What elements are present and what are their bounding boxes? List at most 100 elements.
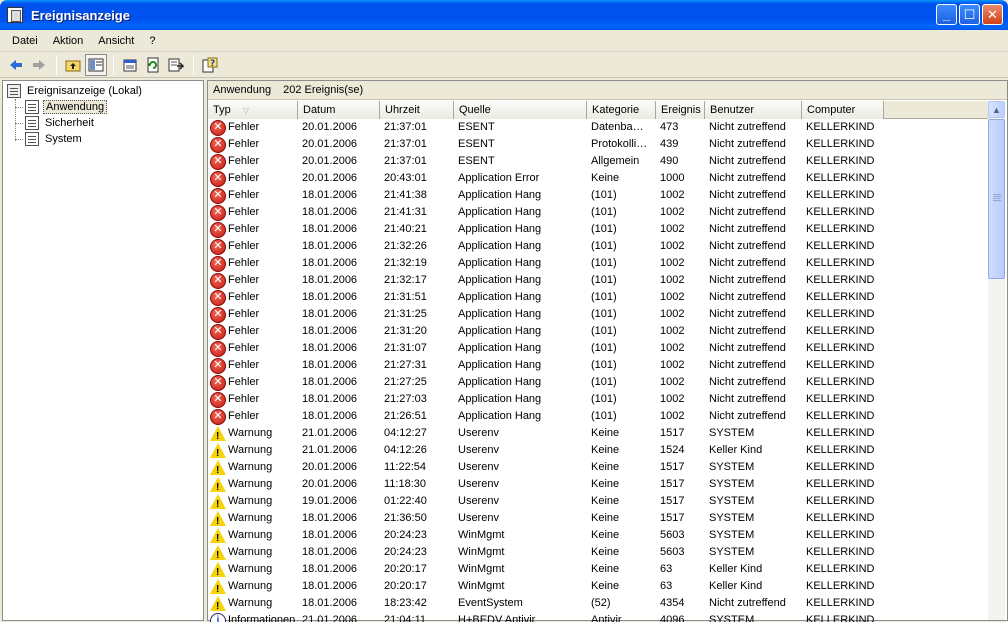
table-row[interactable]: Warnung19.01.200601:22:40UserenvKeine151… [208,493,988,510]
minimize-button[interactable]: _ [936,4,957,25]
table-row[interactable]: ✕Fehler18.01.200621:32:17Application Han… [208,272,988,289]
table-row[interactable]: Warnung20.01.200611:18:30UserenvKeine151… [208,476,988,493]
cell-benutzer: Nicht zutreffend [705,289,802,306]
cell-uhrzeit: 20:20:17 [380,561,454,578]
table-row[interactable]: Warnung18.01.200620:24:23WinMgmtKeine560… [208,527,988,544]
up-level-button[interactable] [62,54,84,76]
refresh-button[interactable] [142,54,164,76]
forward-button[interactable] [28,54,50,76]
table-row[interactable]: ✕Fehler20.01.200621:37:01ESENTDatenba…47… [208,119,988,136]
vertical-scrollbar[interactable]: ▲ [988,101,1005,620]
cell-uhrzeit: 21:41:31 [380,204,454,221]
tree-item-system[interactable]: System [25,131,84,147]
cell-ereignis: 490 [656,153,705,170]
column-header-label: Computer [807,104,855,116]
cell-computer: KELLERKIND [802,272,884,289]
table-row[interactable]: Warnung18.01.200620:24:23WinMgmtKeine560… [208,544,988,561]
table-row[interactable]: Warnung21.01.200604:12:26UserenvKeine152… [208,442,988,459]
log-icon [25,100,39,114]
column-header-uhrzeit[interactable]: Uhrzeit [380,101,454,119]
export-list-button[interactable] [165,54,187,76]
scroll-up-button[interactable]: ▲ [988,101,1005,118]
cell-quelle: ESENT [454,136,587,153]
cell-computer: KELLERKIND [802,170,884,187]
tree-node-label: Ereignisanzeige (Lokal) [25,85,144,97]
properties-button[interactable] [119,54,141,76]
column-header-datum[interactable]: Datum [298,101,380,119]
event-viewer-app-icon[interactable] [7,7,23,23]
event-type-label: Fehler [228,136,259,153]
table-row[interactable]: ✕Fehler18.01.200621:27:03Application Han… [208,391,988,408]
table-row[interactable]: Warnung18.01.200620:20:17WinMgmtKeine63K… [208,561,988,578]
table-row[interactable]: ✕Fehler18.01.200621:32:26Application Han… [208,238,988,255]
table-row[interactable]: ✕Fehler18.01.200621:31:51Application Han… [208,289,988,306]
table-row[interactable]: ✕Fehler18.01.200621:27:25Application Han… [208,374,988,391]
tree-item-sicherheit[interactable]: Sicherheit [25,115,96,131]
tree-item-anwendung[interactable]: Anwendung [25,99,107,115]
cell-datum: 18.01.2006 [298,187,380,204]
table-row[interactable]: ✕Fehler18.01.200621:31:07Application Han… [208,340,988,357]
sort-descending-icon: ▽ [243,106,249,115]
cell-quelle: ESENT [454,153,587,170]
cell-computer: KELLERKIND [802,221,884,238]
table-row[interactable]: Warnung20.01.200611:22:54UserenvKeine151… [208,459,988,476]
warning-icon [210,494,226,509]
event-type-label: Fehler [228,289,259,306]
column-header-quelle[interactable]: Quelle [454,101,587,119]
warning-icon [210,528,226,543]
event-list[interactable]: ✕Fehler20.01.200621:37:01ESENTDatenba…47… [208,119,988,622]
column-header-benutzer[interactable]: Benutzer [705,101,802,119]
console-tree[interactable]: Ereignisanzeige (Lokal) Anwendung Sicher… [2,80,204,621]
maximize-button[interactable]: ☐ [959,4,980,25]
column-header-ereignis[interactable]: Ereignis [656,101,705,119]
menu-help[interactable]: ? [143,35,161,47]
table-row[interactable]: Warnung18.01.200621:36:50UserenvKeine151… [208,510,988,527]
column-header-label: Datum [303,104,335,116]
table-row[interactable]: ✕Fehler18.01.200621:40:21Application Han… [208,221,988,238]
table-row[interactable]: Warnung18.01.200618:23:42EventSystem(52)… [208,595,988,612]
column-header-typ[interactable]: Typ▽ [208,101,298,119]
help-button[interactable]: ? [199,54,221,76]
menu-aktion[interactable]: Aktion [47,35,90,47]
cell-datum: 20.01.2006 [298,153,380,170]
properties-icon [122,57,138,73]
warning-icon [210,443,226,458]
column-header-kategorie[interactable]: Kategorie [587,101,656,119]
cell-kategorie: (101) [587,221,656,238]
column-header-computer[interactable]: Computer [802,101,884,119]
table-row[interactable]: Warnung21.01.200604:12:27UserenvKeine151… [208,425,988,442]
scrollbar-thumb[interactable] [988,119,1005,279]
window-title: Ereignisanzeige [31,8,130,23]
table-row[interactable]: ✕Fehler20.01.200621:37:01ESENTProtokolli… [208,136,988,153]
show-hide-tree-button[interactable] [85,54,107,76]
table-row[interactable]: ✕Fehler18.01.200621:41:38Application Han… [208,187,988,204]
table-row[interactable]: ✕Fehler20.01.200621:37:01ESENTAllgemein4… [208,153,988,170]
cell-computer: KELLERKIND [802,306,884,323]
menu-datei[interactable]: Datei [6,35,44,47]
table-row[interactable]: Warnung18.01.200620:20:17WinMgmtKeine63K… [208,578,988,595]
table-row[interactable]: ✕Fehler18.01.200621:31:25Application Han… [208,306,988,323]
cell-benutzer: Nicht zutreffend [705,408,802,425]
cell-benutzer: Keller Kind [705,578,802,595]
cell-computer: KELLERKIND [802,255,884,272]
table-row[interactable]: ✕Fehler18.01.200621:27:31Application Han… [208,357,988,374]
warning-icon [210,511,226,526]
table-row[interactable]: ✕Fehler18.01.200621:41:31Application Han… [208,204,988,221]
event-count: 202 Ereignis(se) [283,84,363,96]
event-type-label: Fehler [228,306,259,323]
close-button[interactable]: ✕ [982,4,1003,25]
cell-benutzer: SYSTEM [705,510,802,527]
cell-typ: Warnung [208,527,298,544]
back-button[interactable] [5,54,27,76]
table-row[interactable]: ✕Fehler20.01.200620:43:01Application Err… [208,170,988,187]
cell-ereignis: 1002 [656,408,705,425]
table-row[interactable]: ✕Fehler18.01.200621:26:51Application Han… [208,408,988,425]
table-row[interactable]: ✕Fehler18.01.200621:32:19Application Han… [208,255,988,272]
tree-item-label: Sicherheit [43,117,96,129]
cell-datum: 18.01.2006 [298,289,380,306]
menu-ansicht[interactable]: Ansicht [92,35,140,47]
tree-node-root[interactable]: Ereignisanzeige (Lokal) [7,83,144,99]
minimize-icon: _ [943,7,950,22]
table-row[interactable]: ✕Fehler18.01.200621:31:20Application Han… [208,323,988,340]
event-type-label: Fehler [228,357,259,374]
